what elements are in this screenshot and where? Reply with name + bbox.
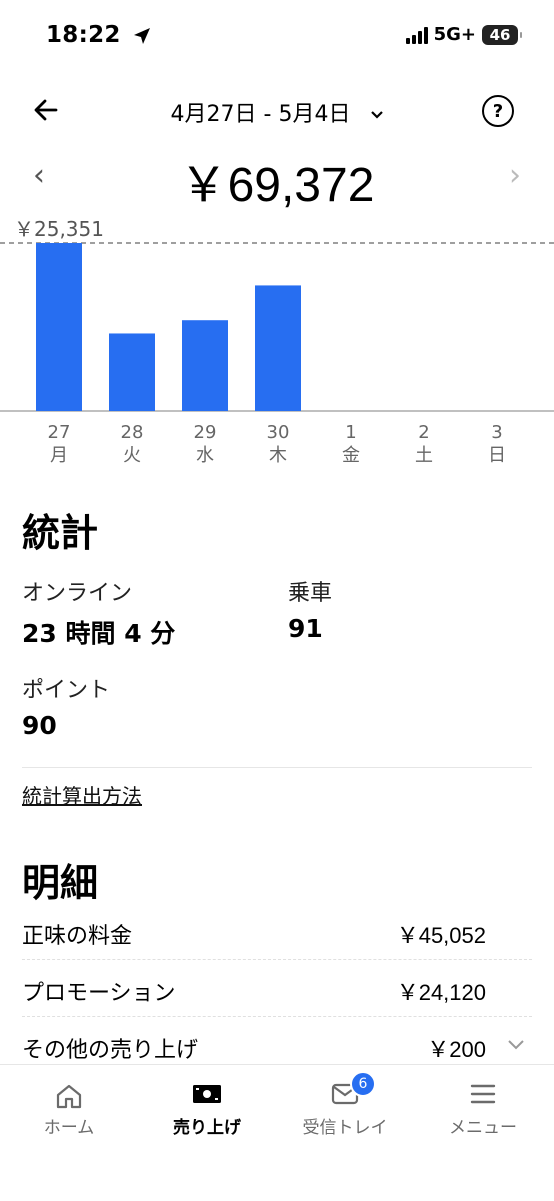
tab-earnings-label: 売り上げ: [173, 1118, 241, 1138]
details-title: 明細: [22, 861, 99, 905]
bar-day-30: [255, 285, 301, 411]
bar-day-28: [109, 333, 155, 411]
stats-method-link[interactable]: 統計算出方法: [22, 780, 142, 809]
signal-icon: [405, 26, 428, 44]
other-earnings-value[interactable]: ￥200: [427, 1032, 486, 1064]
date-range-label: 4月27日 - 5月4日: [170, 102, 351, 127]
row-divider: [22, 1016, 532, 1017]
promotion-value: ￥24,120: [396, 980, 486, 1005]
x-tick-date: 28: [121, 422, 144, 443]
x-tick-date: 2: [418, 422, 429, 443]
max-value-label: ￥25,351: [14, 217, 104, 241]
x-tick-date: 29: [194, 422, 217, 443]
bar-day-27: [36, 243, 82, 411]
rides-value: 91: [288, 614, 323, 643]
status-indicators: 5G+ 46: [405, 24, 522, 45]
x-tick-weekday: 火: [123, 445, 141, 466]
tab-inbox-label: 受信トレイ: [302, 1118, 388, 1138]
rides-label: 乗車: [288, 581, 333, 606]
stats-title: 統計: [22, 511, 99, 555]
x-tick-date: 27: [48, 422, 71, 443]
tab-earnings[interactable]: 売り上げ: [138, 1065, 276, 1145]
x-tick-weekday: 日: [488, 445, 506, 466]
x-tick-weekday: 水: [196, 445, 214, 466]
home-icon: [56, 1084, 82, 1109]
chevron-down-icon: [371, 111, 384, 119]
question-icon: ?: [492, 100, 504, 122]
x-tick-date: 30: [267, 422, 290, 443]
network-type: 5G+: [433, 24, 476, 45]
inbox-badge: 6: [350, 1071, 376, 1097]
row-divider: [22, 959, 532, 960]
chevron-right-icon: ›: [509, 158, 521, 193]
net-fare-value: ￥45,052: [396, 923, 486, 948]
status-time: 18:22: [46, 22, 151, 48]
date-range-selector[interactable]: 4月27日 - 5月4日: [0, 96, 554, 128]
battery-level: 46: [489, 25, 511, 44]
menu-icon: [470, 1084, 496, 1104]
help-button[interactable]: ?: [482, 95, 514, 127]
online-value: 23 時間 4 分: [22, 619, 176, 648]
status-time-text: 18:22: [46, 22, 121, 48]
next-week-button[interactable]: ›: [509, 158, 521, 193]
x-tick-weekday: 土: [415, 445, 433, 466]
earnings-chart: ￥25,351 27月 28火 29水 30木 1金 2土 3日: [0, 217, 554, 466]
points-label: ポイント: [22, 678, 111, 703]
battery-icon: 46: [482, 24, 522, 45]
bottom-tab-bar: ホーム 売り上げ 6 受信トレイ メニュー: [0, 1064, 554, 1201]
points-value: 90: [22, 711, 57, 740]
online-label: オンライン: [22, 581, 133, 606]
x-tick-date: 1: [345, 422, 356, 443]
tab-home[interactable]: ホーム: [0, 1065, 138, 1145]
total-earnings: ￥69,372: [179, 159, 375, 212]
promotion-label: プロモーション: [22, 981, 176, 1006]
tab-menu-label: メニュー: [449, 1118, 517, 1138]
x-tick-weekday: 金: [342, 445, 360, 466]
net-fare-label: 正味の料金: [22, 924, 133, 949]
tab-inbox[interactable]: 6 受信トレイ: [276, 1065, 414, 1145]
tab-home-label: ホーム: [43, 1118, 95, 1138]
location-arrow-icon: [134, 28, 151, 44]
tab-menu[interactable]: メニュー: [414, 1065, 552, 1145]
other-earnings-label[interactable]: その他の売り上げ: [22, 1032, 198, 1064]
x-tick-weekday: 木: [269, 445, 287, 466]
x-tick-weekday: 月: [50, 445, 68, 466]
divider: [22, 767, 532, 768]
chevron-down-icon[interactable]: [508, 1040, 524, 1050]
x-tick-date: 3: [491, 422, 502, 443]
bar-day-29: [182, 320, 228, 411]
earnings-icon: [193, 1085, 221, 1103]
